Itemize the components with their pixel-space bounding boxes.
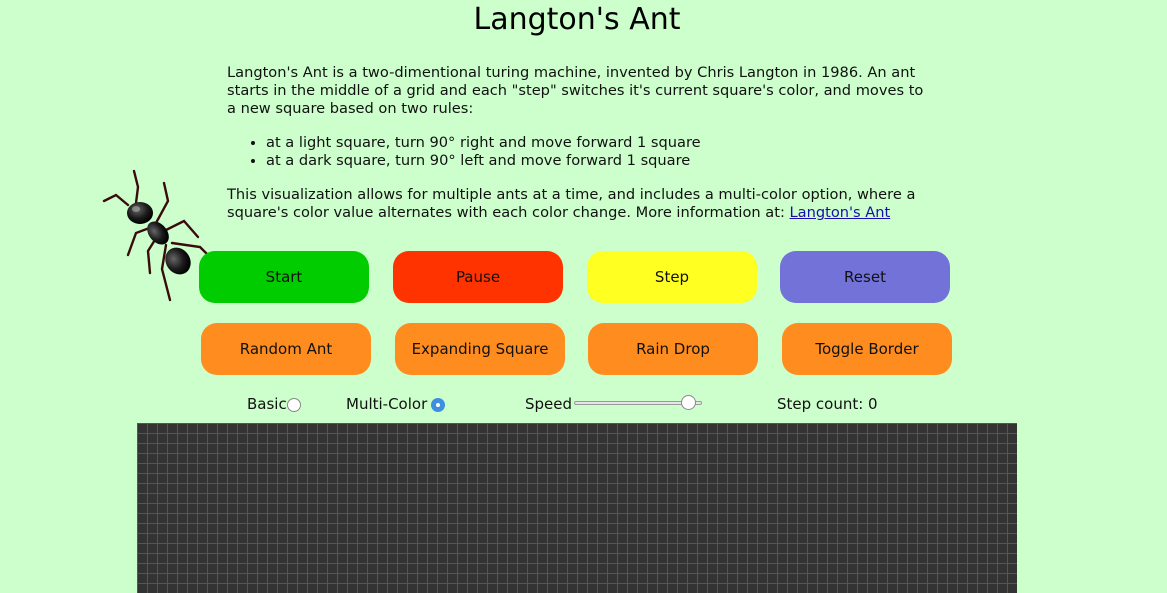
pause-button[interactable]: Pause <box>393 251 563 303</box>
more-info-text: This visualization allows for multiple a… <box>227 186 927 222</box>
basic-radio[interactable] <box>287 398 301 412</box>
rain-drop-button[interactable]: Rain Drop <box>588 323 758 375</box>
random-ant-button[interactable]: Random Ant <box>201 323 371 375</box>
expanding-square-button[interactable]: Expanding Square <box>395 323 565 375</box>
intro-text: Langton's Ant is a two-dimentional turin… <box>227 64 924 117</box>
multicolor-radio[interactable] <box>431 398 445 412</box>
rule-dark: at a dark square, turn 90° left and move… <box>266 152 966 170</box>
start-button[interactable]: Start <box>199 251 369 303</box>
page-title: Langton's Ant <box>473 2 681 37</box>
basic-label: Basic <box>247 395 287 413</box>
ant-grid[interactable] <box>137 423 1017 593</box>
speed-label: Speed <box>525 395 573 413</box>
langtons-ant-link[interactable]: Langton's Ant <box>790 204 891 221</box>
multicolor-label: Multi-Color <box>346 395 428 413</box>
toggle-border-button[interactable]: Toggle Border <box>782 323 952 375</box>
step-count: Step count: 0 <box>777 395 878 413</box>
rule-light: at a light square, turn 90° right and mo… <box>266 134 966 152</box>
rules-list: at a light square, turn 90° right and mo… <box>227 134 966 170</box>
page: Langton's Ant Langton's Ant is a two-dim… <box>0 0 1167 593</box>
reset-button[interactable]: Reset <box>780 251 950 303</box>
step-button[interactable]: Step <box>587 251 757 303</box>
speed-slider-thumb[interactable] <box>681 395 697 410</box>
